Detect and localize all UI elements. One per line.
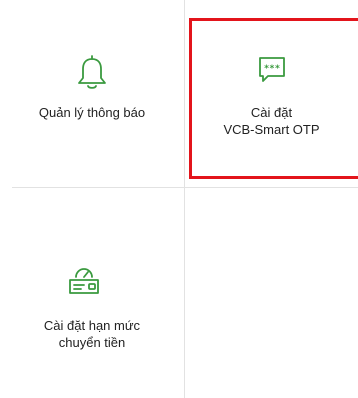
tile-notification-management[interactable]: Quản lý thông báo	[0, 0, 184, 187]
tile-label: Cài đặt hạn mức chuyển tiền	[43, 318, 141, 350]
speedometer-card-icon	[67, 264, 101, 300]
bell-icon	[76, 54, 108, 94]
selection-highlight	[189, 18, 358, 179]
tile-transfer-limit-settings[interactable]: Cài đặt hạn mức chuyển tiền	[0, 188, 184, 398]
tile-label: Quản lý thông báo	[38, 105, 146, 120]
settings-grid: Quản lý thông báo *** Cài đặt VCB-Smart …	[0, 0, 358, 398]
